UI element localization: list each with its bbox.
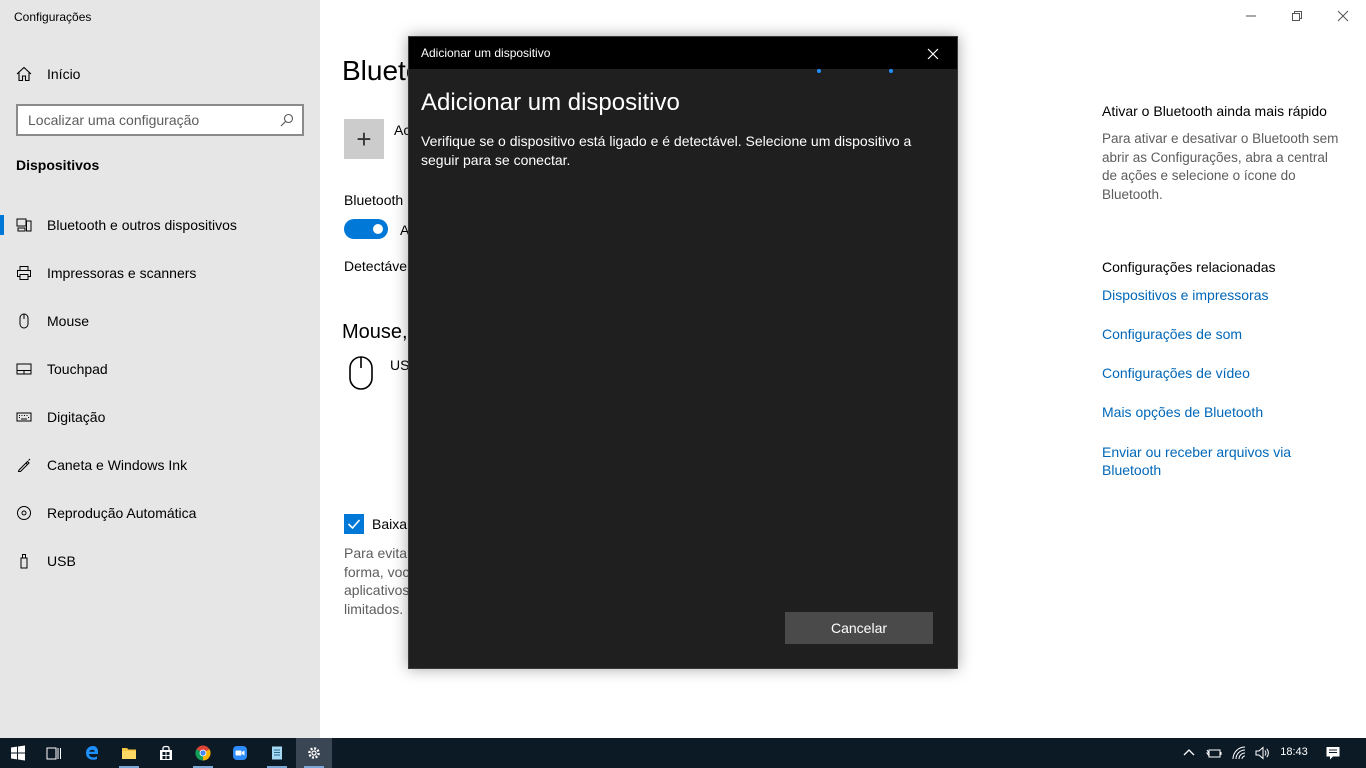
bluetooth-toggle[interactable] bbox=[344, 219, 388, 239]
sidebar-item-label: Impressoras e scanners bbox=[47, 265, 197, 281]
start-button[interactable] bbox=[0, 738, 36, 768]
link-send-receive-files[interactable]: Enviar ou receber arquivos via Bluetooth bbox=[1102, 443, 1332, 479]
settings-icon bbox=[308, 747, 320, 759]
discoverable-label: Detectável bbox=[344, 258, 411, 274]
sidebar: Configurações Início Localizar uma confi… bbox=[0, 0, 320, 738]
minimize-icon bbox=[1246, 15, 1256, 17]
restore-button[interactable] bbox=[1274, 0, 1320, 32]
search-icon bbox=[280, 113, 294, 127]
sidebar-item-label: Bluetooth e outros dispositivos bbox=[47, 217, 237, 233]
mouse-icon bbox=[16, 313, 32, 329]
bluetooth-label: Bluetooth bbox=[344, 192, 404, 208]
sidebar-item-pen[interactable]: Caneta e Windows Ink bbox=[0, 445, 320, 485]
settings-button[interactable] bbox=[296, 738, 332, 768]
sidebar-item-label: Mouse bbox=[47, 313, 90, 329]
dialog-titlebar: Adicionar um dispositivo bbox=[409, 37, 957, 69]
link-more-bluetooth-options[interactable]: Mais opções de Bluetooth bbox=[1102, 403, 1332, 421]
show-hidden-icons-button[interactable] bbox=[1176, 738, 1202, 768]
sidebar-item-autoplay[interactable]: Reprodução Automática bbox=[0, 493, 320, 533]
sidebar-item-label: Reprodução Automática bbox=[47, 505, 197, 521]
sidebar-item-label: Touchpad bbox=[47, 361, 108, 377]
edge-button[interactable] bbox=[74, 738, 110, 768]
store-button[interactable] bbox=[148, 738, 184, 768]
sidebar-item-mouse[interactable]: Mouse bbox=[0, 301, 320, 341]
printer-icon bbox=[16, 265, 32, 281]
sidebar-item-touchpad[interactable]: Touchpad bbox=[0, 349, 320, 389]
mouse-device-icon bbox=[349, 356, 373, 390]
sidebar-item-typing[interactable]: Digitação bbox=[0, 397, 320, 437]
link-devices-printers[interactable]: Dispositivos e impressoras bbox=[1102, 286, 1332, 304]
metered-download-checkbox[interactable] bbox=[344, 514, 364, 534]
progress-dot bbox=[889, 69, 893, 73]
store-icon bbox=[160, 745, 172, 760]
sidebar-item-label: Digitação bbox=[47, 409, 106, 425]
close-icon bbox=[927, 48, 939, 60]
chrome-icon bbox=[195, 745, 211, 761]
mouse-section-heading: Mouse, bbox=[342, 321, 408, 343]
metered-note: Para evitar forma, voc aplicativos limit… bbox=[344, 545, 412, 617]
battery-charging-icon bbox=[1206, 749, 1222, 758]
fast-bluetooth-description: Para ativar e desativar o Bluetooth sem … bbox=[1102, 131, 1339, 202]
home-label: Início bbox=[47, 66, 81, 82]
checkbox-label: Baixar bbox=[372, 516, 412, 532]
sidebar-item-label: Caneta e Windows Ink bbox=[47, 457, 188, 473]
sidebar-item-bluetooth[interactable]: Bluetooth e outros dispositivos bbox=[0, 205, 320, 245]
sidebar-item-printers[interactable]: Impressoras e scanners bbox=[0, 253, 320, 293]
chevron-up-icon bbox=[1183, 749, 1195, 756]
restore-icon bbox=[1292, 11, 1302, 21]
chrome-button[interactable] bbox=[185, 738, 221, 768]
volume-button[interactable] bbox=[1250, 738, 1274, 768]
section-title: Dispositivos bbox=[16, 157, 100, 173]
taskbar bbox=[0, 738, 1366, 768]
edge-icon bbox=[86, 746, 99, 760]
network-button[interactable] bbox=[1226, 738, 1252, 768]
link-sound-settings[interactable]: Configurações de som bbox=[1102, 325, 1332, 343]
file-explorer-button[interactable] bbox=[111, 738, 147, 768]
usb-device-label: US bbox=[390, 357, 410, 373]
dialog-window-title: Adicionar um dispositivo bbox=[421, 46, 551, 60]
zoom-button[interactable] bbox=[222, 738, 258, 768]
notepad-button[interactable] bbox=[259, 738, 295, 768]
dialog-close-button[interactable] bbox=[919, 43, 947, 65]
fast-bluetooth-title: Ativar o Bluetooth ainda mais rápido bbox=[1102, 103, 1327, 119]
touchpad-icon bbox=[16, 361, 32, 377]
file-explorer-icon bbox=[122, 748, 136, 759]
link-display-settings[interactable]: Configurações de vídeo bbox=[1102, 364, 1332, 382]
sidebar-item-usb[interactable]: USB bbox=[0, 541, 320, 581]
close-icon bbox=[1337, 10, 1349, 22]
autoplay-icon bbox=[16, 505, 32, 521]
dialog-description: Verifique se o dispositivo está ligado e… bbox=[421, 133, 912, 168]
sidebar-item-label: USB bbox=[47, 553, 76, 569]
home-link[interactable]: Início bbox=[16, 62, 80, 86]
add-device-dialog: Adicionar um dispositivo Adicionar um di… bbox=[408, 36, 958, 669]
notepad-icon bbox=[272, 746, 282, 760]
search-input[interactable]: Localizar uma configuração bbox=[16, 104, 304, 136]
usb-icon bbox=[16, 553, 32, 569]
home-icon bbox=[16, 66, 32, 82]
volume-icon bbox=[1255, 746, 1269, 760]
keyboard-icon bbox=[16, 409, 32, 425]
checkmark-icon bbox=[347, 519, 361, 530]
battery-button[interactable] bbox=[1202, 738, 1226, 768]
task-view-button[interactable] bbox=[36, 738, 72, 768]
wifi-icon bbox=[1232, 746, 1246, 760]
progress-dot bbox=[817, 69, 821, 73]
notification-icon bbox=[1326, 747, 1340, 760]
search-placeholder: Localizar uma configuração bbox=[28, 112, 200, 128]
start-icon bbox=[11, 745, 25, 761]
cancel-button[interactable]: Cancelar bbox=[785, 612, 933, 644]
zoom-icon bbox=[233, 746, 247, 760]
close-button[interactable] bbox=[1320, 0, 1366, 32]
minimize-button[interactable] bbox=[1228, 0, 1274, 32]
action-center-button[interactable] bbox=[1318, 738, 1348, 768]
task-view-icon bbox=[46, 747, 61, 760]
taskbar-clock[interactable]: 18:43 bbox=[1272, 746, 1316, 758]
app-title: Configurações bbox=[14, 10, 92, 24]
add-device-button[interactable]: + bbox=[344, 119, 384, 159]
related-settings-title: Configurações relacionadas bbox=[1102, 259, 1276, 275]
pen-icon bbox=[16, 457, 32, 473]
bluetooth-devices-icon bbox=[16, 217, 32, 233]
plus-icon: + bbox=[356, 123, 372, 154]
dialog-heading: Adicionar um dispositivo bbox=[421, 89, 680, 116]
